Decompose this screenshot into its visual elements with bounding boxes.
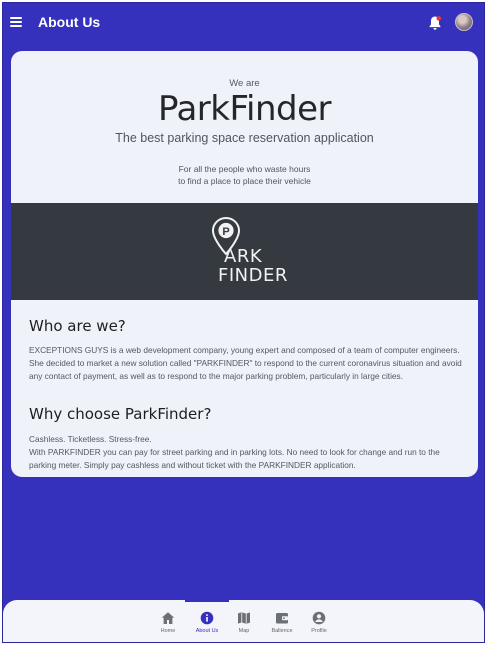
map-icon <box>238 612 250 624</box>
why-heading: Why choose ParkFinder? <box>29 405 212 423</box>
page-title: About Us <box>38 14 101 30</box>
intro-text: For all the people who waste hours to fi… <box>11 163 478 187</box>
parkfinder-logo: P ARK FINDER <box>210 216 290 288</box>
nav-home-label: Home <box>160 628 176 634</box>
app-frame: About Us We are ParkFinder The best park… <box>2 2 485 643</box>
logo-text-line1: ARK <box>224 246 263 267</box>
bell-icon[interactable] <box>428 15 442 31</box>
profile-icon <box>312 611 326 625</box>
nav-home[interactable]: Home <box>146 600 190 642</box>
eyebrow-text: We are <box>229 78 260 89</box>
nav-profile[interactable]: Profile <box>297 600 341 642</box>
who-text-2: She decided to market a new solution cal… <box>29 357 462 381</box>
about-card: We are ParkFinder The best parking space… <box>11 51 478 477</box>
app-bar: About Us <box>3 3 484 43</box>
hamburger-menu-icon[interactable] <box>10 17 22 27</box>
svg-text:P: P <box>222 226 229 238</box>
who-heading: Who are we? <box>29 317 126 335</box>
wallet-icon <box>276 613 288 624</box>
who-text-1: EXCEPTIONS GUYS is a web development com… <box>29 345 460 355</box>
why-text-2: With PARKFINDER you can pay for street p… <box>29 446 440 470</box>
intro-line-1: For all the people who waste hours <box>178 164 311 174</box>
nav-profile-label: Profile <box>311 628 327 634</box>
logo-banner: P ARK FINDER <box>11 203 478 300</box>
logo-text-line2: FINDER <box>218 265 288 286</box>
bottom-navigation: Home About Us Map Ballence Profile <box>3 600 484 642</box>
brand-title: ParkFinder <box>157 89 332 129</box>
intro-line-2: to find a place to place their vehicle <box>178 176 311 186</box>
home-icon <box>161 612 175 624</box>
why-text-1: Cashless. Ticketless. Stress-free. <box>29 434 152 444</box>
tagline: The best parking space reservation appli… <box>115 131 374 145</box>
why-paragraph: Cashless. Ticketless. Stress-free. With … <box>29 433 464 471</box>
who-paragraph: EXCEPTIONS GUYS is a web development com… <box>29 344 464 382</box>
info-icon <box>200 611 214 625</box>
user-avatar[interactable] <box>455 13 473 31</box>
